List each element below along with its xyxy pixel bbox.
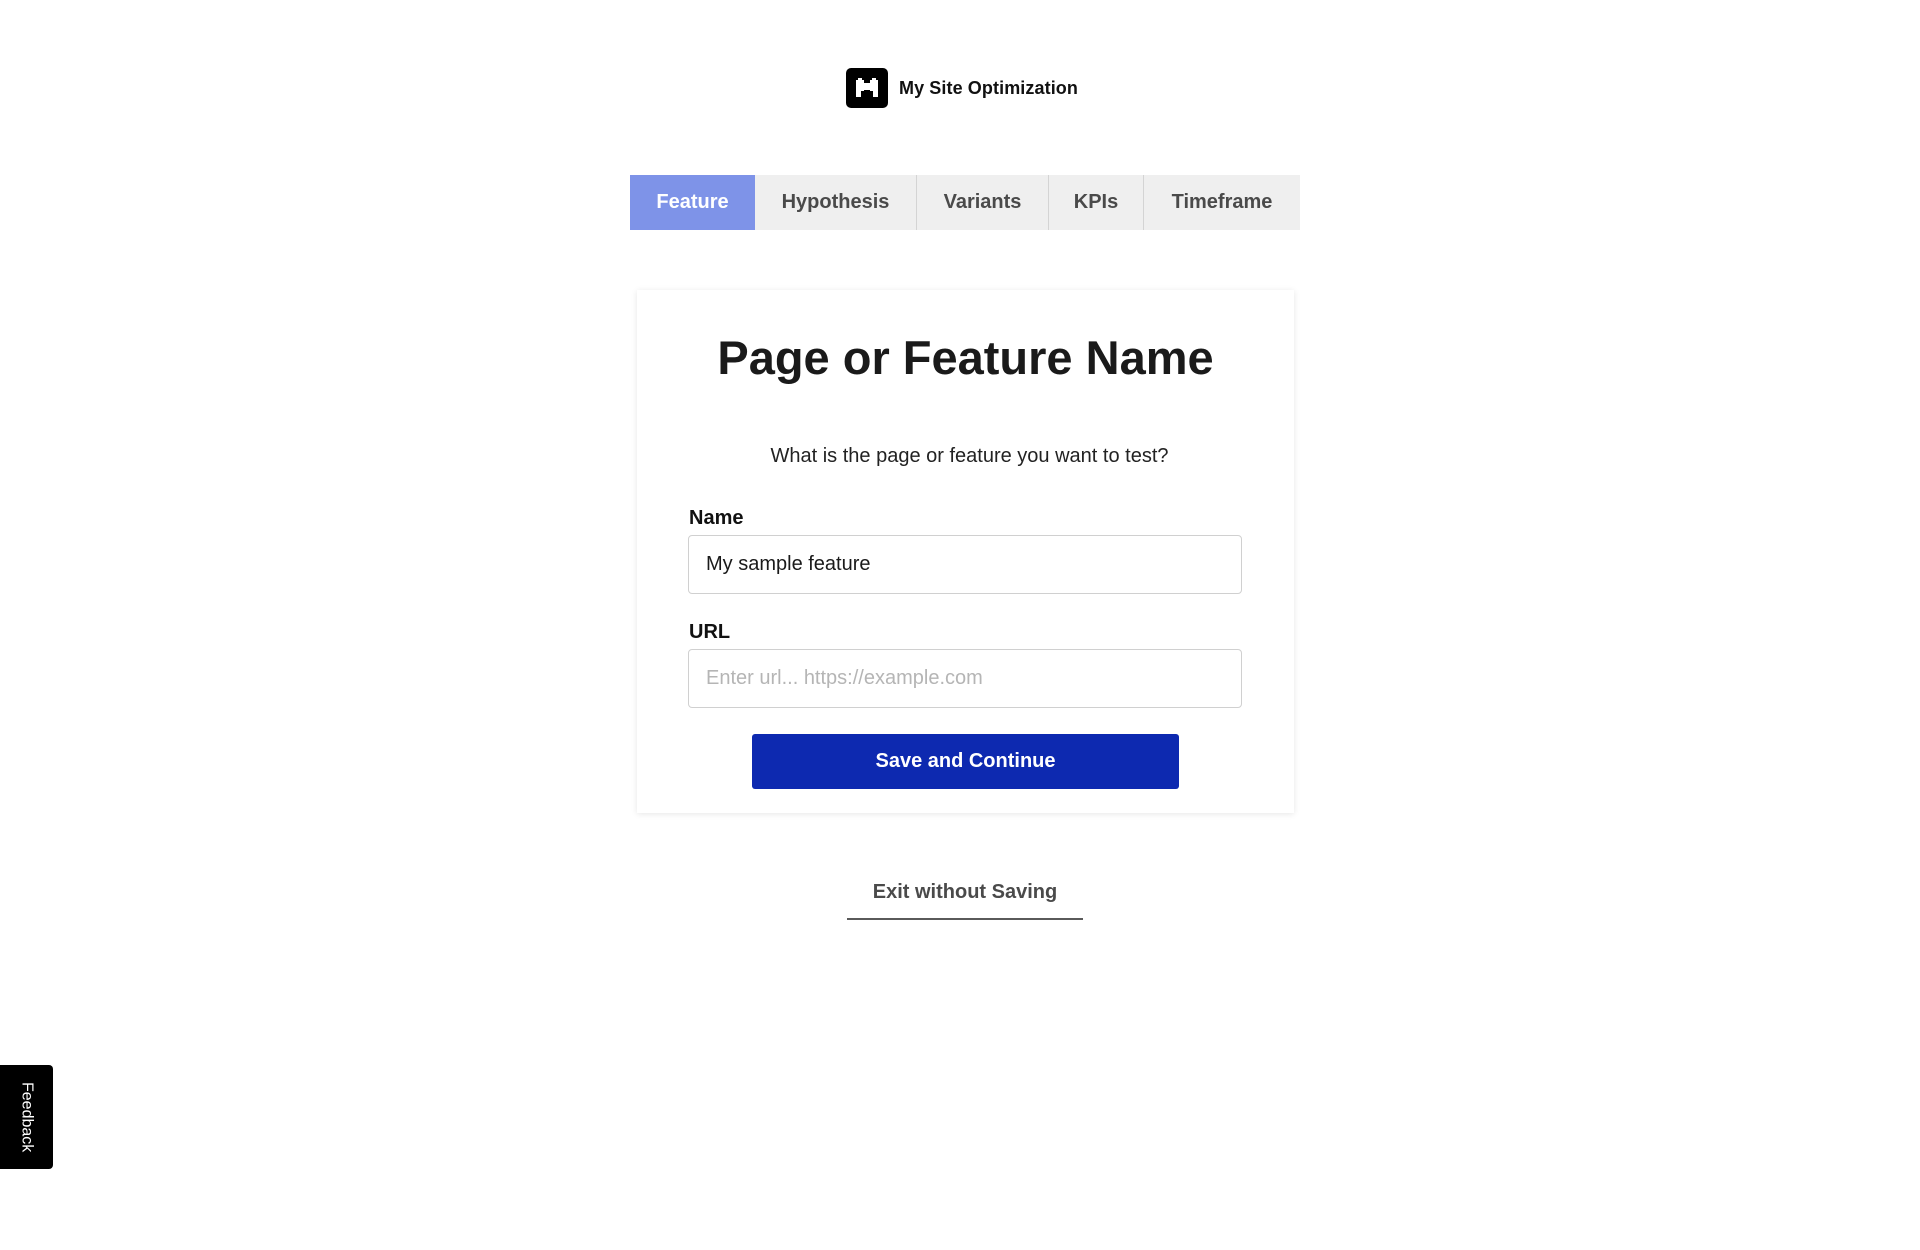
form-card: Page or Feature Name What is the page or… xyxy=(637,290,1294,813)
name-field-label: Name xyxy=(689,507,744,529)
tab-variants[interactable]: Variants xyxy=(917,175,1049,230)
tab-timeframe[interactable]: Timeframe xyxy=(1144,175,1300,230)
url-field-label: URL xyxy=(689,621,731,643)
exit-without-saving-link[interactable]: Exit without Saving xyxy=(847,878,1083,920)
save-and-continue-button[interactable]: Save and Continue xyxy=(752,734,1179,789)
binoculars-icon xyxy=(855,78,878,97)
brand[interactable]: My Site Optimization xyxy=(845,68,1078,108)
tab-feature[interactable]: Feature xyxy=(630,175,755,230)
tab-hypothesis[interactable]: Hypothesis xyxy=(755,175,917,230)
feedback-button[interactable]: Feedback xyxy=(0,1065,53,1169)
site-header: My Site Optimization xyxy=(0,68,1920,108)
page-subtitle: What is the page or feature you want to … xyxy=(770,445,1169,467)
binoculars-logo-icon xyxy=(845,68,888,108)
brand-name: My Site Optimization xyxy=(898,77,1078,98)
tab-kpis[interactable]: KPIs xyxy=(1049,175,1144,230)
wizard-tabs: Feature Hypothesis Variants KPIs Timefra… xyxy=(630,175,1300,230)
url-field[interactable] xyxy=(688,649,1242,708)
name-field[interactable] xyxy=(688,535,1242,594)
page: My Site Optimization Feature Hypothesis … xyxy=(0,0,1920,1250)
feedback-label: Feedback xyxy=(18,1081,36,1153)
page-title: Page or Feature Name xyxy=(717,331,1214,384)
